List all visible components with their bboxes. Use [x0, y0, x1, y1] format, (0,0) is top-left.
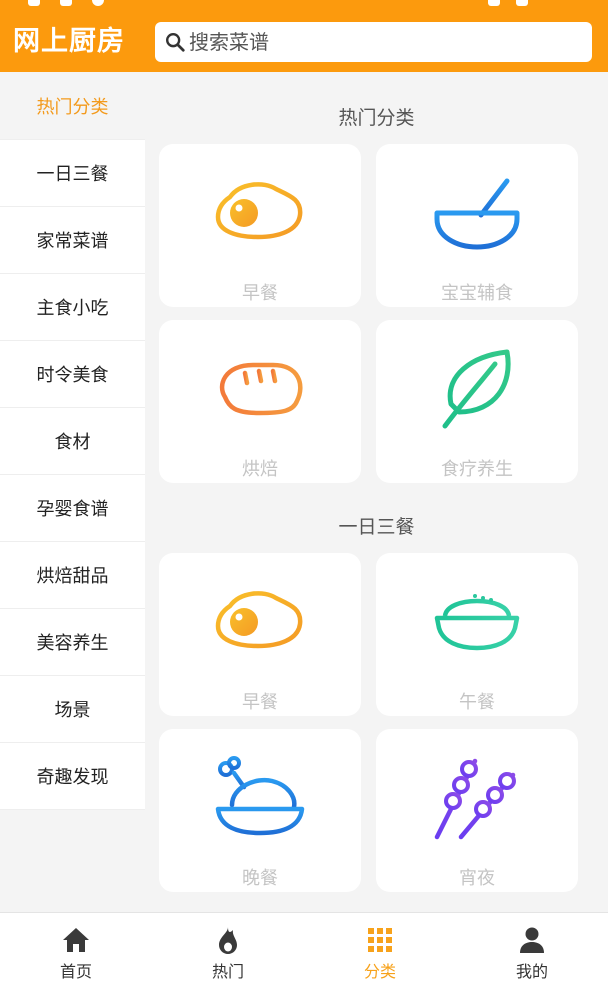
- sidebar-item-label: 时令美食: [36, 365, 109, 386]
- sidebar-item-discover[interactable]: 奇趣发现: [0, 743, 145, 810]
- sidebar-item-hot-categories[interactable]: 热门分类: [0, 72, 145, 140]
- card-label: 早餐: [242, 692, 278, 713]
- sidebar-item-label: 场景: [54, 700, 91, 721]
- sidebar-item-staple-snacks[interactable]: 主食小吃: [0, 274, 145, 341]
- category-card-dinner[interactable]: 晚餐: [159, 729, 361, 892]
- sidebar-item-label: 食材: [54, 432, 91, 453]
- card-label: 午餐: [459, 692, 495, 713]
- skewers-icon: [434, 758, 516, 840]
- category-card-food-therapy[interactable]: 食疗养生: [376, 320, 578, 483]
- status-icon: [92, 0, 104, 6]
- sidebar-item-label: 主食小吃: [36, 298, 109, 319]
- sidebar-item-label: 烘焙甜品: [36, 566, 109, 587]
- card-label: 晚餐: [242, 868, 278, 889]
- sidebar-item-seasonal[interactable]: 时令美食: [0, 341, 145, 408]
- sidebar-item-label: 家常菜谱: [36, 231, 109, 252]
- card-label: 宝宝辅食: [441, 283, 513, 304]
- signal-icon: [488, 0, 500, 6]
- card-label: 烘焙: [242, 459, 278, 480]
- bottom-nav: 首页 热门 分类 我的: [0, 912, 608, 990]
- roast-chicken-icon: [215, 756, 305, 836]
- sidebar-item-ingredients[interactable]: 食材: [0, 408, 145, 475]
- nav-home[interactable]: 首页: [0, 913, 152, 990]
- bowl-spoon-icon: [434, 178, 520, 256]
- battery-icon: [516, 0, 528, 6]
- fried-egg-icon: [215, 591, 303, 649]
- bread-icon: [219, 362, 303, 416]
- sidebar-item-home-cooking[interactable]: 家常菜谱: [0, 207, 145, 274]
- category-card-late-night[interactable]: 宵夜: [376, 729, 578, 892]
- sidebar-item-label: 美容养生: [36, 633, 109, 654]
- section-title: 热门分类: [338, 107, 415, 129]
- flame-icon: [219, 927, 237, 954]
- search-icon: [166, 33, 185, 52]
- status-bar: [0, 0, 608, 14]
- home-icon: [63, 928, 89, 952]
- app-title: 网上厨房: [13, 26, 125, 57]
- card-label: 食疗养生: [441, 459, 513, 480]
- nav-category[interactable]: 分类: [304, 913, 456, 990]
- category-content: 热门分类 早餐 宝宝辅食 烘焙 食疗养生 一日三餐 早餐 午餐 晚餐 宵夜: [145, 72, 608, 912]
- category-card-baby-food[interactable]: 宝宝辅食: [376, 144, 578, 307]
- sidebar-item-label: 孕婴食谱: [36, 499, 109, 520]
- category-sidebar: 热门分类 一日三餐 家常菜谱 主食小吃 时令美食 食材 孕婴食谱 烘焙甜品 美容…: [0, 72, 145, 810]
- nav-label: 首页: [59, 962, 92, 981]
- section-title: 一日三餐: [338, 516, 415, 538]
- sidebar-item-label: 奇趣发现: [36, 767, 109, 788]
- sidebar-item-beauty-health[interactable]: 美容养生: [0, 609, 145, 676]
- sidebar-item-scenes[interactable]: 场景: [0, 676, 145, 743]
- user-icon: [520, 927, 544, 953]
- fried-egg-icon: [215, 182, 303, 240]
- nav-label: 我的: [515, 962, 548, 981]
- search-input[interactable]: [189, 30, 569, 54]
- category-card-breakfast-meal[interactable]: 早餐: [159, 553, 361, 716]
- nav-hot[interactable]: 热门: [152, 913, 304, 990]
- sidebar-item-maternal-baby[interactable]: 孕婴食谱: [0, 475, 145, 542]
- category-card-baking[interactable]: 烘焙: [159, 320, 361, 483]
- category-card-lunch[interactable]: 午餐: [376, 553, 578, 716]
- nav-profile[interactable]: 我的: [456, 913, 608, 990]
- card-label: 早餐: [242, 283, 278, 304]
- card-label: 宵夜: [459, 868, 495, 889]
- status-icon: [60, 0, 72, 6]
- grid-icon: [368, 928, 392, 952]
- rice-bowl-icon: [434, 594, 520, 659]
- sidebar-item-label: 热门分类: [36, 96, 109, 118]
- leaf-icon: [442, 349, 511, 429]
- sidebar-item-baking-desserts[interactable]: 烘焙甜品: [0, 542, 145, 609]
- nav-label: 热门: [211, 962, 244, 981]
- search-bar[interactable]: [155, 22, 592, 62]
- sidebar-item-label: 一日三餐: [36, 164, 109, 185]
- status-icon: [28, 0, 40, 6]
- nav-label: 分类: [363, 962, 396, 981]
- app-header: 网上厨房: [0, 14, 608, 72]
- category-card-breakfast[interactable]: 早餐: [159, 144, 361, 307]
- sidebar-item-three-meals[interactable]: 一日三餐: [0, 140, 145, 207]
